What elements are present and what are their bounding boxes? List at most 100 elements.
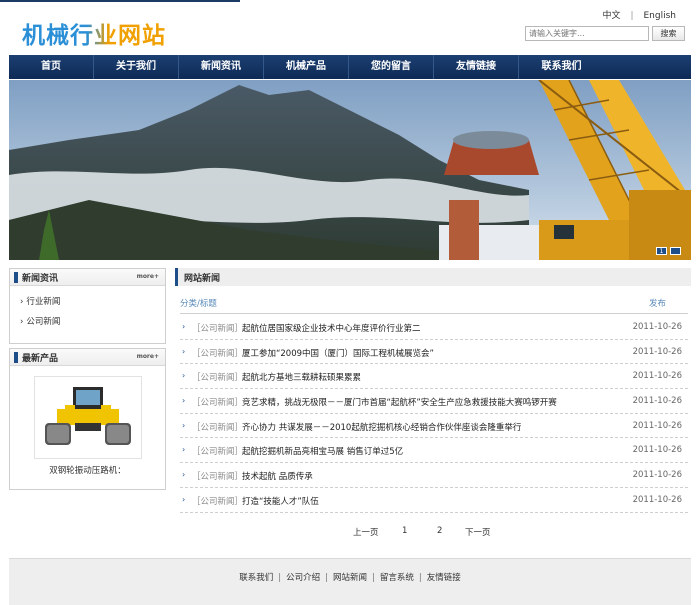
news-row[interactable]: › ［公司新闻］ 齐心协力 共谋发展－－2010起航挖掘机核心经销合作伙伴座谈会… [180,414,688,439]
lang-zh-link[interactable]: 中文 [602,11,620,21]
banner-slide-1-button[interactable]: 1 [656,247,667,255]
news-title-link[interactable]: 齐心协力 共谋发展－－2010起航挖掘机核心经销合作伙伴座谈会隆重举行 [242,421,521,433]
lang-separator: | [630,11,634,21]
column-header-date: 发布 [648,299,666,309]
column-header-category: 分类/标题 [180,299,217,309]
news-category[interactable]: ［公司新闻］ [192,347,243,359]
site-news-header: 网站新闻 [175,268,691,286]
sidebar-item-label: 公司新闻 [26,317,61,327]
sidebar-products-header: 最新产品 more+ [10,349,165,366]
sidebar-products-more-link[interactable]: more+ [137,353,159,360]
banner-pager: 1 [656,247,681,255]
top-accent-line [0,0,240,2]
product-roller-image[interactable] [34,376,142,459]
main-nav: 首页 关于我们 新闻资讯 机械产品 您的留言 友情链接 联系我们 [9,55,691,79]
nav-item-about[interactable]: 关于我们 [94,55,179,79]
banner-slide-2-button[interactable] [670,247,681,255]
footer: 联系我们 | 公司介绍 | 网站新闻 | 留言系统 | 友情链接 [9,558,691,605]
news-category[interactable]: ［公司新闻］ [192,470,243,482]
footer-separator: | [418,573,422,583]
nav-item-guestbook[interactable]: 您的留言 [349,55,434,79]
sidebar-item-industry-news[interactable]: › 行业新闻 [20,292,165,312]
nav-item-news[interactable]: 新闻资讯 [179,55,264,79]
news-row[interactable]: › ［公司新闻］ 打造“技能人才”队伍 2011-10-26 [180,488,688,513]
news-row[interactable]: › ［公司新闻］ 起航挖掘机新品亮相宝马展 销售订单过5亿 2011-10-26 [180,438,688,464]
news-title-link[interactable]: 起航北方基地三载耕耘硕果累累 [242,371,361,383]
news-row[interactable]: › ［公司新闻］ 起航位居国家级企业技术中心年度评价行业第二 2011-10-2… [180,315,688,340]
chevron-right-icon: › [182,322,186,331]
chevron-right-icon: › [182,470,186,480]
language-switcher: 中文 | English [598,8,680,21]
news-title-link[interactable]: 技术起航 品质传承 [242,470,313,482]
news-row[interactable]: › ［公司新闻］ 厦工参加“2009中国（厦门）国际工程机械展览会” 2011-… [180,340,688,365]
nav-item-home[interactable]: 首页 [9,55,94,79]
banner-landscape-image [9,80,691,260]
sidebar-news-box: 新闻资讯 more+ › 行业新闻 › 公司新闻 [9,268,166,344]
footer-link-guestbook[interactable]: 留言系统 [380,573,414,583]
nav-item-contact[interactable]: 联系我们 [519,55,604,79]
product-name[interactable]: 双钢轮振动压路机： [10,464,165,476]
sidebar-news-header: 新闻资讯 more+ [10,269,165,286]
news-title-link[interactable]: 起航位居国家级企业技术中心年度评价行业第二 [242,322,421,334]
chevron-right-icon: › [182,494,186,504]
pager-prev-link[interactable]: 上一页 [353,526,379,538]
news-title-link[interactable]: 厦工参加“2009中国（厦门）国际工程机械展览会” [242,347,434,359]
search-button[interactable]: 搜索 [652,26,685,41]
news-category[interactable]: ［公司新闻］ [192,421,243,433]
news-date: 2011-10-26 [632,396,682,407]
sidebar-news-list: › 行业新闻 › 公司新闻 [10,286,165,336]
footer-link-news[interactable]: 网站新闻 [333,573,367,583]
chevron-right-icon: › [20,297,24,307]
nav-item-products[interactable]: 机械产品 [264,55,349,79]
news-date: 2011-10-26 [632,322,682,332]
search-input[interactable] [525,26,649,41]
news-column-headers: 分类/标题 发布 [180,297,690,311]
footer-separator: | [325,573,328,583]
header-marker-icon [14,351,18,363]
header-marker-icon [14,271,18,283]
chevron-right-icon: › [20,317,24,327]
news-date: 2011-10-26 [632,346,682,357]
sidebar-item-label: 行业新闻 [26,297,61,307]
news-list: › ［公司新闻］ 起航位居国家级企业技术中心年度评价行业第二 2011-10-2… [180,315,688,513]
column-divider [180,313,688,314]
footer-links: 联系我们 | 公司介绍 | 网站新闻 | 留言系统 | 友情链接 [9,571,691,583]
pager-page-1-link[interactable]: 1 [402,526,407,536]
lang-en-link[interactable]: English [644,11,677,21]
site-news-title: 网站新闻 [184,273,221,284]
news-date: 2011-10-26 [632,371,682,382]
sidebar-news-more-link[interactable]: more+ [137,273,159,280]
site-logo[interactable]: 机械行业网站 [22,16,166,50]
news-row[interactable]: › ［公司新闻］ 技术起航 品质传承 2011-10-26 [180,463,688,488]
news-category[interactable]: ［公司新闻］ [192,445,243,457]
sidebar-news-title: 新闻资讯 [22,273,59,284]
hero-banner: 1 [9,80,691,260]
chevron-right-icon: › [182,371,186,381]
news-category[interactable]: ［公司新闻］ [192,322,243,334]
news-date: 2011-10-26 [632,494,682,505]
chevron-right-icon: › [182,445,186,455]
pager-next-link[interactable]: 下一页 [465,526,491,538]
chevron-right-icon: › [182,396,186,406]
news-category[interactable]: ［公司新闻］ [192,371,243,383]
news-category[interactable]: ［公司新闻］ [192,495,243,507]
news-title-link[interactable]: 竞艺求精，挑战无极限－－厦门市首届“起航杯”安全生产应急救援技能大赛鸣锣开赛 [242,396,557,408]
road-roller-icon [45,387,131,445]
news-row[interactable]: › ［公司新闻］ 竞艺求精，挑战无极限－－厦门市首届“起航杯”安全生产应急救援技… [180,389,688,414]
sidebar-products-box: 最新产品 more+ 双钢轮振动压路机： [9,348,166,490]
sidebar-item-company-news[interactable]: › 公司新闻 [20,312,165,332]
news-category[interactable]: ［公司新闻］ [192,396,243,408]
nav-item-links[interactable]: 友情链接 [434,55,519,79]
sidebar-products-title: 最新产品 [22,353,59,364]
footer-link-friends[interactable]: 友情链接 [427,573,461,583]
news-date: 2011-10-26 [632,420,682,431]
news-title-link[interactable]: 打造“技能人才”队伍 [242,495,319,507]
pager-page-2-link[interactable]: 2 [437,526,442,536]
product-card: 双钢轮振动压路机： [10,366,165,490]
footer-separator: | [278,573,282,583]
chevron-right-icon: › [182,420,186,430]
news-row[interactable]: › ［公司新闻］ 起航北方基地三载耕耘硕果累累 2011-10-26 [180,364,688,390]
footer-link-contact[interactable]: 联系我们 [239,573,273,583]
footer-link-about[interactable]: 公司介绍 [286,573,320,583]
news-title-link[interactable]: 起航挖掘机新品亮相宝马展 销售订单过5亿 [242,445,403,457]
